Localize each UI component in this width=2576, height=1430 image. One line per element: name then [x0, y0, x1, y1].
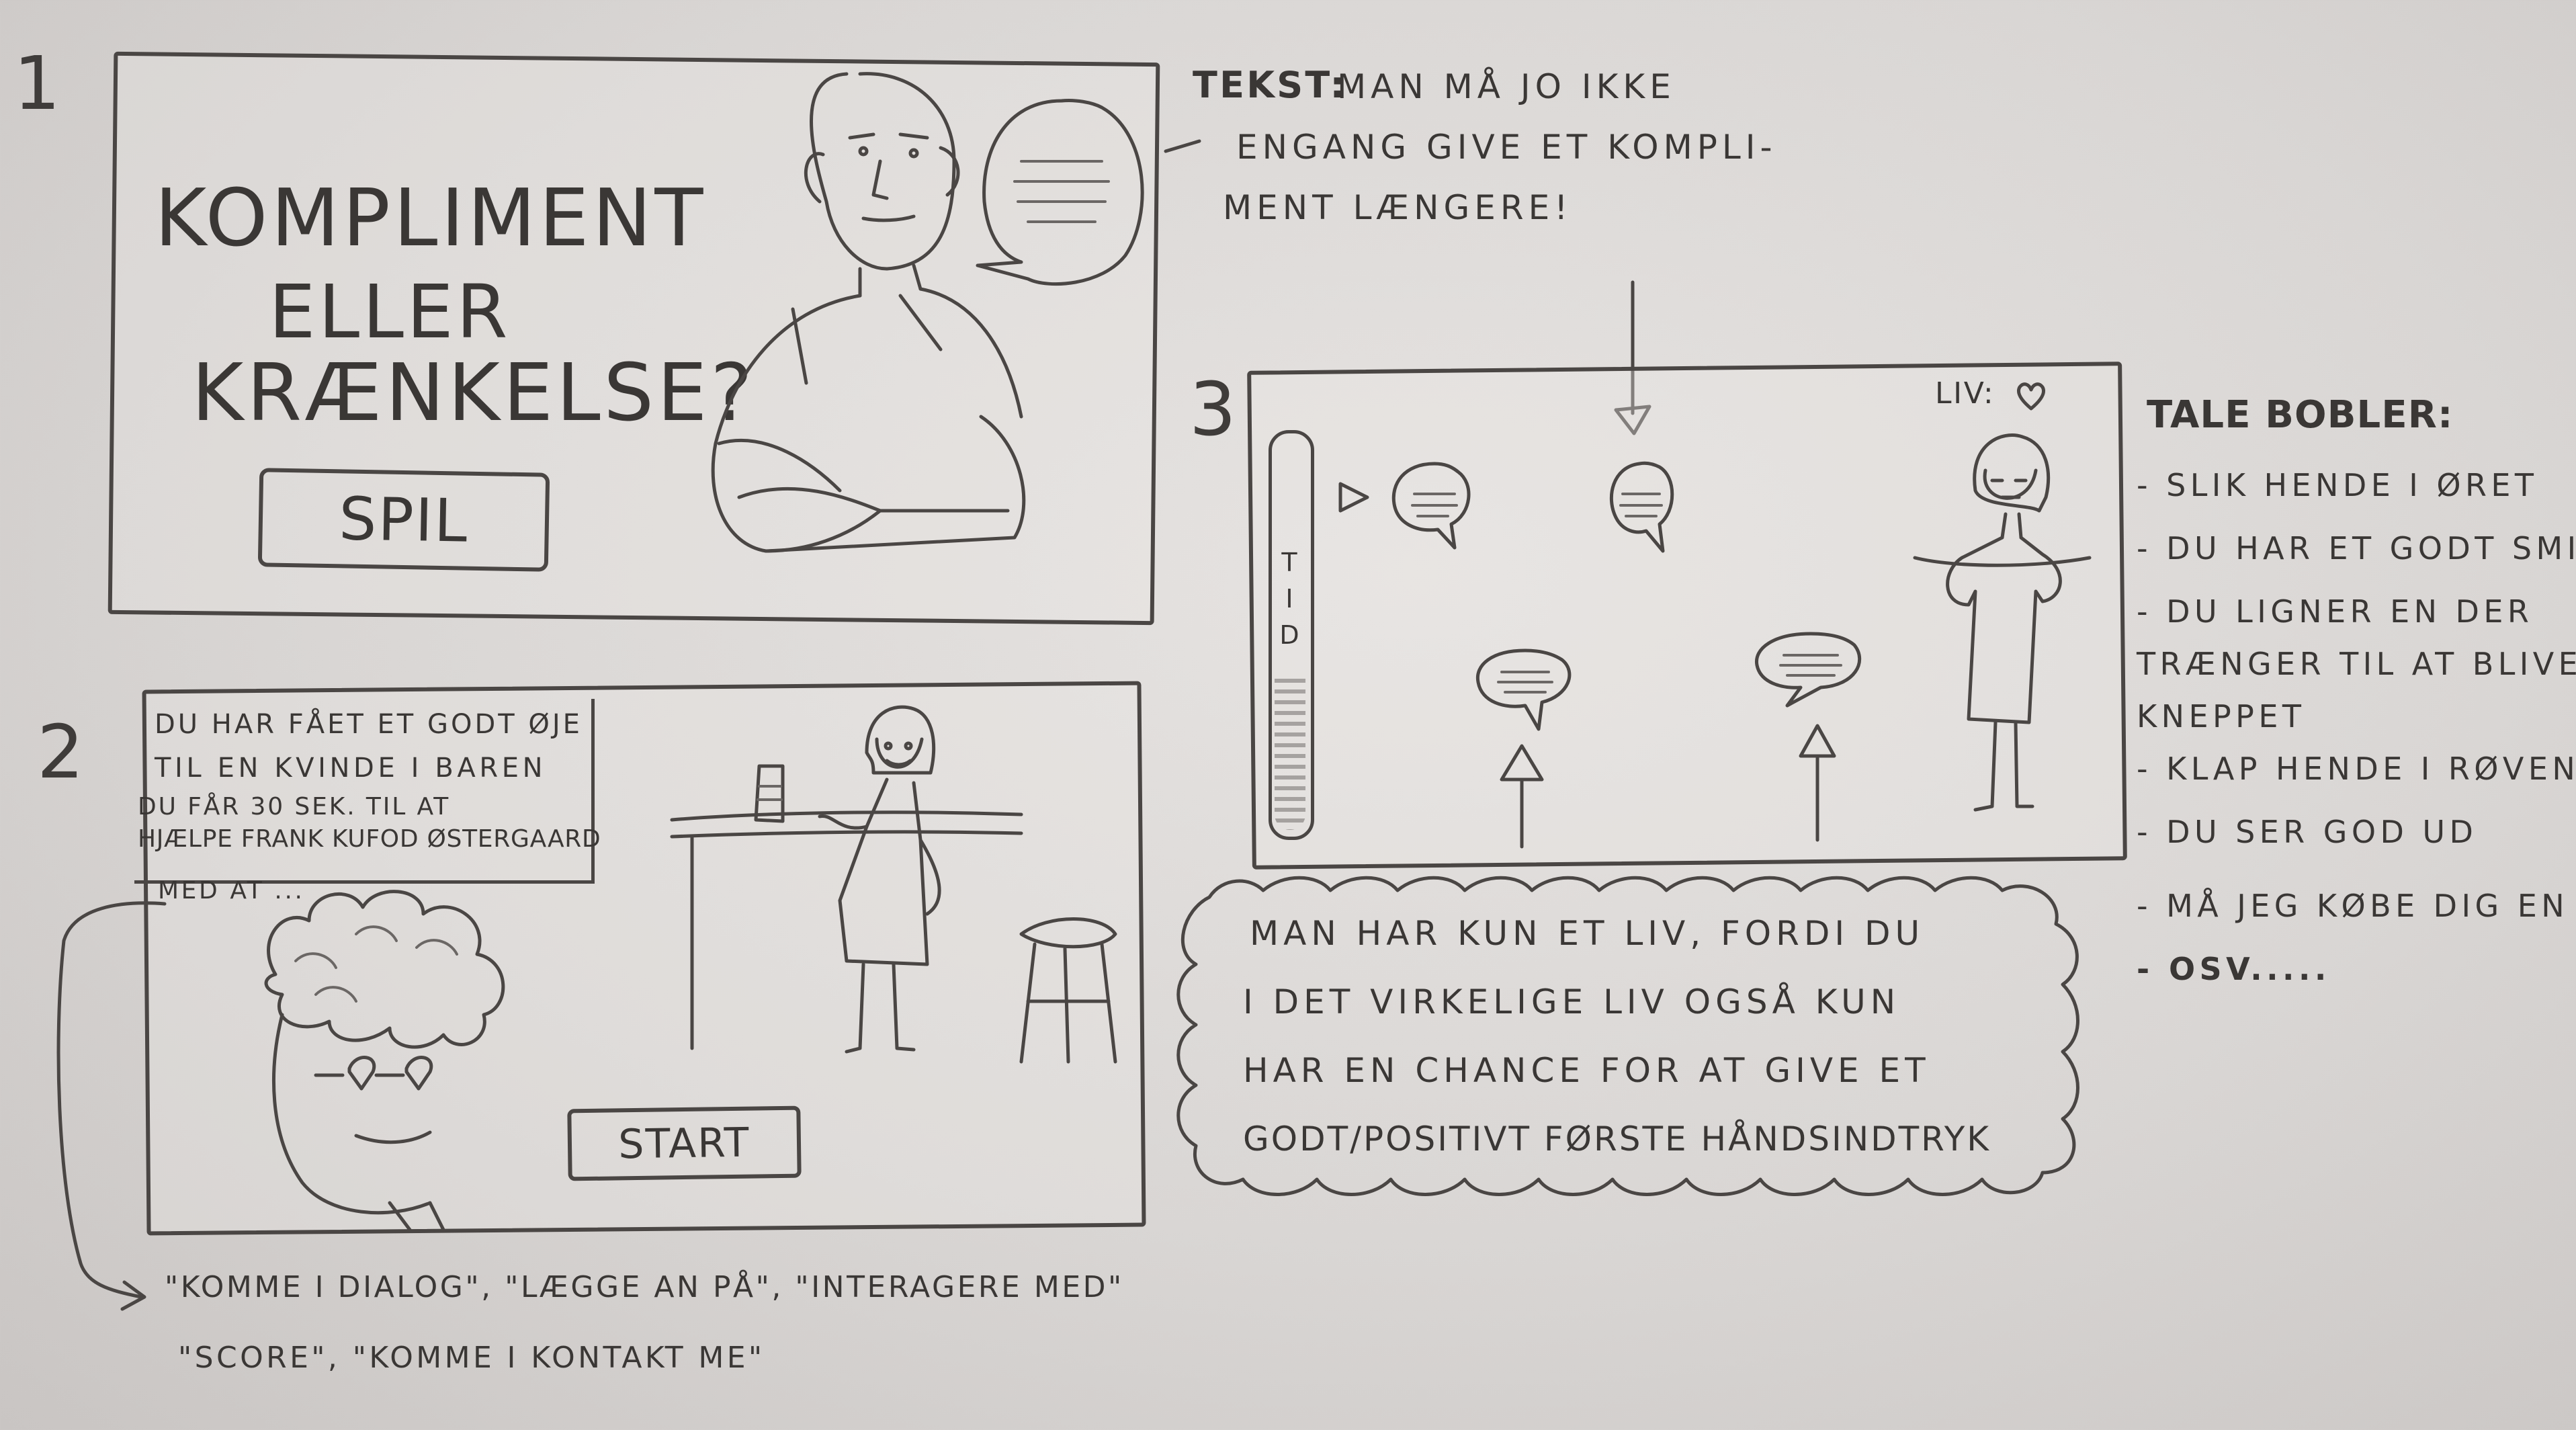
intro-text-line-2: TIL EN KVINDE I BAREN [155, 753, 547, 784]
talebobler-item: - OSV..... [2137, 951, 2331, 987]
game-speech-bubble-4 [1755, 632, 1862, 708]
talebobler-item: TRÆNGER TIL AT BLIVE [2137, 646, 2576, 682]
talebobler-item: - MÅ JEG KØBE DIG EN Ø [2137, 888, 2576, 924]
note-1-line-3: MENT LÆNGERE! [1223, 188, 1573, 227]
game-speech-bubble-1 [1391, 462, 1471, 550]
talebobler-list: - SLIK HENDE I ØRET - DU HAR ET GODT SMI… [2137, 467, 2576, 1005]
cloud-line-2: I DET VIRKELIGE LIV OGSÅ KUN [1243, 982, 1901, 1021]
talebobler-item: - DU HAR ET GODT SMIL [2137, 530, 2576, 566]
heart-icon [2016, 382, 2046, 411]
title-line-1: KOMPLIMENT [155, 171, 707, 264]
talebobler-title: TALE BOBLER: [2147, 393, 2454, 437]
timer-pointer-arrow [1338, 482, 1369, 513]
game-speech-bubble-2 [1609, 461, 1674, 553]
lives-label: LIV: [1935, 376, 1995, 411]
panel-number-1: 1 [13, 40, 60, 126]
note-2-line-1: "KOMME I DIALOG", "LÆGGE AN PÅ", "INTERA… [165, 1270, 1124, 1304]
woman-target-illustration [1913, 433, 2092, 812]
spil-button-label: SPIL [338, 484, 470, 556]
talebobler-item: - SLIK HENDE I ØRET [2137, 467, 2538, 503]
note-1-pointer-line [1164, 139, 1201, 153]
speech-bubble-panel-1 [976, 99, 1144, 286]
talebobler-item: KNEPPET [2137, 698, 2306, 734]
up-arrow-2 [1799, 724, 1836, 842]
timer-label-text: TID [1279, 548, 1299, 650]
woman-at-bar-illustration [670, 705, 1117, 1064]
talebobler-item: - KLAP HENDE I RØVEN [2137, 751, 2576, 787]
spil-button[interactable]: SPIL [257, 468, 550, 572]
cloud-line-1: MAN HAR KUN ET LIV, FORDI DU [1250, 914, 1925, 953]
panel-number-3: 3 [1189, 366, 1236, 452]
intro-text-line-4: HJÆLPE FRANK KUFOD ØSTERGAARD [138, 825, 601, 853]
title-line-2: ELLER [269, 269, 511, 355]
note-1-line-1: MAN MÅ JO IKKE [1337, 67, 1676, 106]
note-1-label: TEKST: [1193, 64, 1347, 106]
note-1-line-2: ENGANG GIVE ET KOMPLI- [1236, 128, 1777, 167]
up-arrow-1 [1500, 744, 1544, 849]
bracket-arrow-to-note-2 [56, 901, 167, 1311]
note-2-line-2: "SCORE", "KOMME I KONTAKT ME" [178, 1341, 765, 1375]
intro-text-line-1: DU HAR FÅET ET GODT ØJE [155, 709, 583, 740]
game-speech-bubble-3 [1475, 648, 1572, 731]
cloud-line-4: GODT/POSITIVT FØRSTE HÅNDSINDTRYK [1243, 1120, 1991, 1159]
talebobler-item: - DU SER GOD UD [2137, 814, 2478, 850]
panel-number-2: 2 [37, 709, 84, 795]
frank-figure-illustration [264, 890, 505, 1232]
intro-text-line-3: DU FÅR 30 SEK. TIL AT [138, 793, 451, 821]
talebobler-item: - DU LIGNER EN DER [2137, 593, 2534, 630]
timer-label: TID [1279, 544, 1299, 653]
cloud-line-3: HAR EN CHANCE FOR AT GIVE ET [1243, 1051, 1930, 1090]
start-button[interactable]: START [567, 1105, 802, 1181]
timer-bar-fill [1275, 679, 1305, 830]
start-button-label: START [617, 1119, 751, 1168]
